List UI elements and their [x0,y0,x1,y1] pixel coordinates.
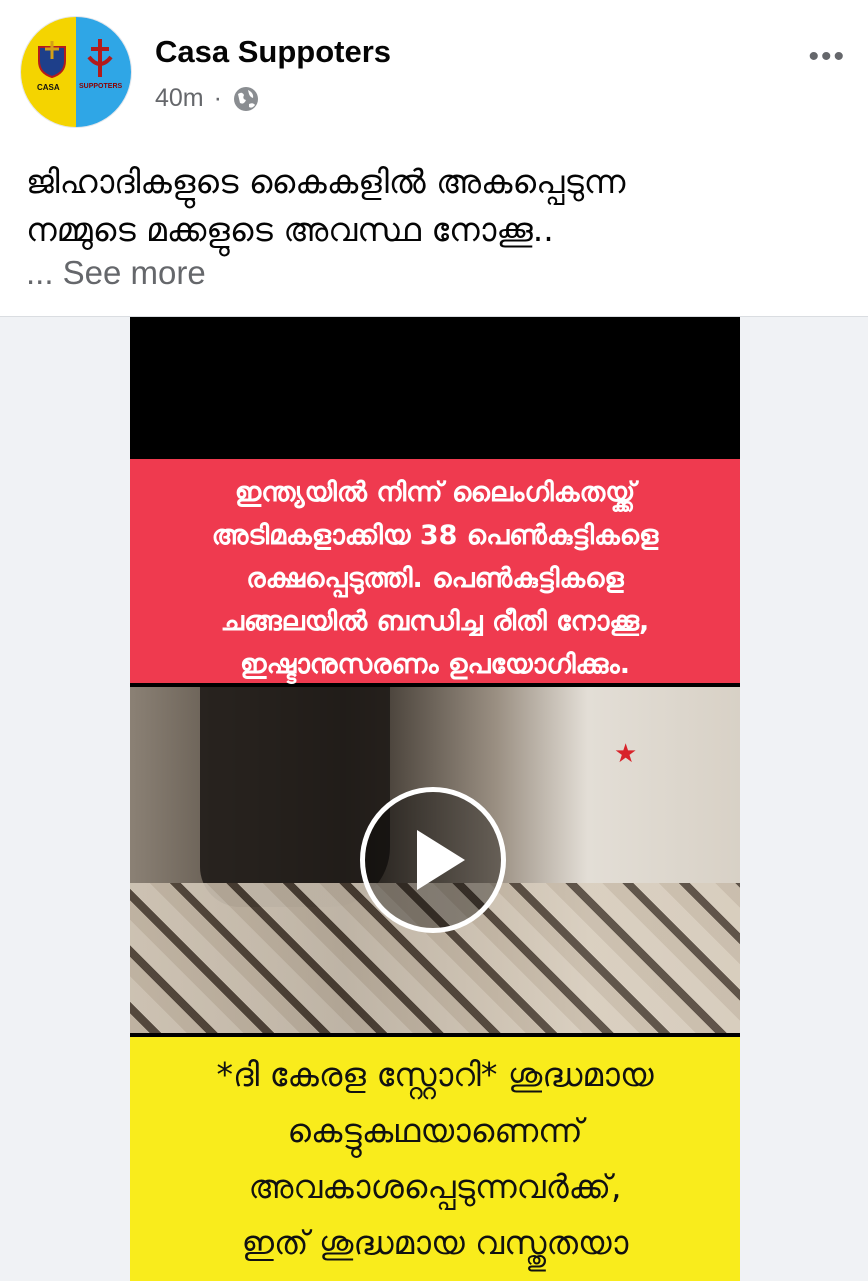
avatar-right-label: SUPPOTERS [79,83,123,90]
more-options-button[interactable]: ••• [808,40,846,74]
shield-emblem-icon [38,41,66,79]
post-meta: 40m · [155,84,260,113]
video-frame: ★ [130,687,740,1033]
cross-emblem-icon [87,39,113,77]
caption-line: കെട്ടുകഥയാണെന്ന് [287,1111,583,1150]
play-button[interactable] [360,787,506,933]
video-player[interactable]: ഇന്ത്യയിൽ നിന്ന് ലൈംഗികതയ്ക്ക് അടിമകളാക്… [130,317,740,1281]
caption-line: അവകാശപ്പെടുന്നവർക്ക്, [248,1167,622,1206]
video-bottom-caption: *ദി കേരള സ്റ്റോറി* ശുദ്ധമായ കെട്ടുകഥയാണെ… [130,1037,740,1281]
video-top-caption: ഇന്ത്യയിൽ നിന്ന് ലൈംഗികതയ്ക്ക് അടിമകളാക്… [130,459,740,683]
watermark-star-icon: ★ [614,739,638,769]
caption-line: ഇഷ്ടാനുസരണം ഉപയോഗിക്കും. [240,649,630,680]
see-more-link[interactable]: ... See more [26,254,206,292]
avatar-left-label: CASA [37,83,60,92]
page-name-link[interactable]: Casa Suppoters [155,34,391,70]
caption-line: അടിമകളാക്കിയ 38 പെൺകുട്ടികളെ [211,520,659,551]
caption-line: ഇത് ശുദ്ധമായ വസ്തുതയാ [241,1223,629,1262]
page-avatar[interactable]: CASA SUPPOTERS [20,16,132,128]
caption-line: *ദി കേരള സ്റ്റോറി* ശുദ്ധമായ [216,1055,654,1094]
post-time[interactable]: 40m [155,84,204,113]
caption-line: ചങ്ങലയിൽ ബന്ധിച്ച രീതി നോക്കൂ, [220,606,650,637]
play-icon [417,830,465,890]
post-header: CASA SUPPOTERS Casa Suppoters 40m · ••• [0,0,868,140]
post-text-line: ജിഹാദികളുടെ കൈകളിൽ അകപ്പെടുന്ന [26,162,626,201]
post-text-line: നമ്മുടെ മക്കളുടെ അവസ്ഥ നോക്കൂ.. [26,210,554,249]
caption-line: രക്ഷപ്പെടുത്തി. പെൺകുട്ടികളെ [246,563,624,594]
post-text: ജിഹാദികളുടെ കൈകളിൽ അകപ്പെടുന്ന നമ്മുടെ മ… [26,158,846,254]
caption-line: ഇന്ത്യയിൽ നിന്ന് ലൈംഗികതയ്ക്ക് [234,477,636,508]
globe-icon[interactable] [232,85,260,113]
meta-separator: · [213,84,222,112]
media-container: ഇന്ത്യയിൽ നിന്ന് ലൈംഗികതയ്ക്ക് അടിമകളാക്… [0,316,868,1281]
